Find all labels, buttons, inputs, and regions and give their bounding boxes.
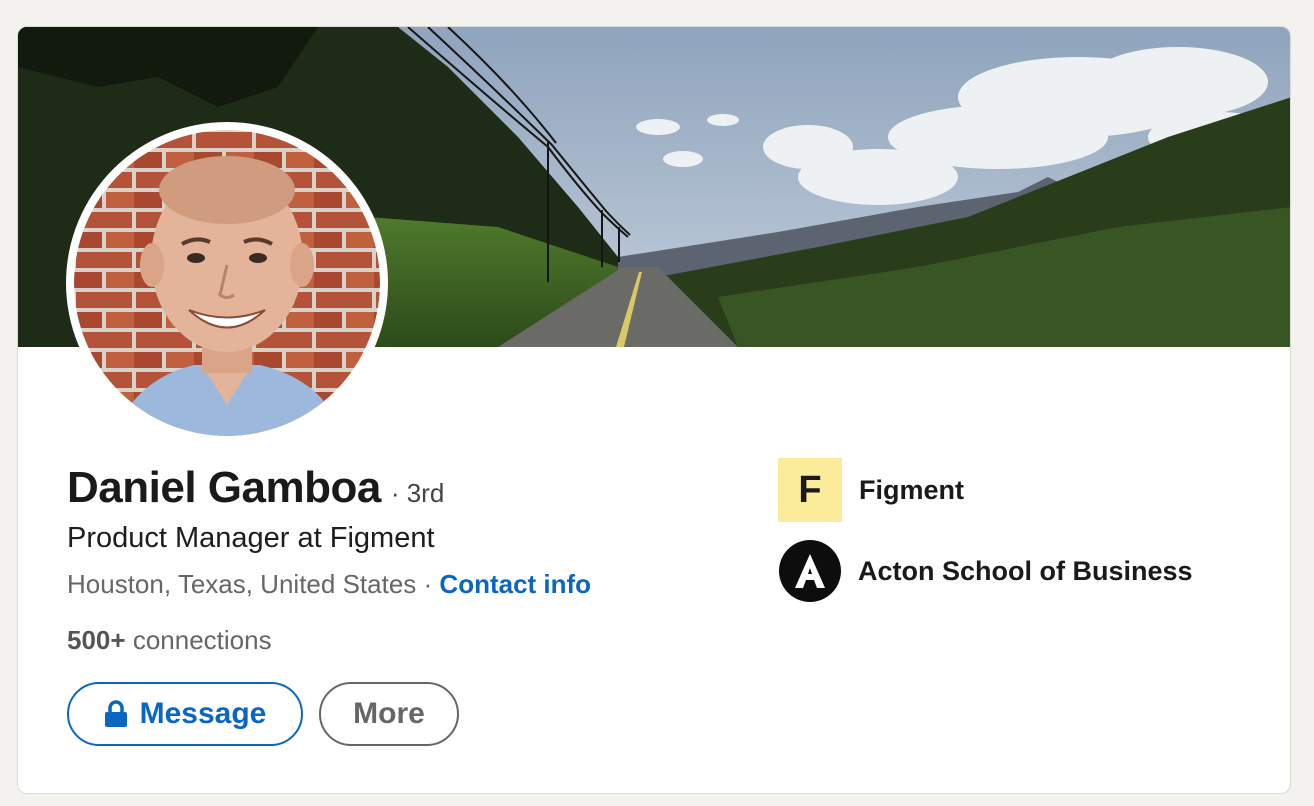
profile-name: Daniel Gamboa xyxy=(67,463,381,512)
company-name: Figment xyxy=(859,474,964,505)
profile-location: Houston, Texas, United States xyxy=(67,569,417,599)
location-separator: · xyxy=(423,569,433,599)
acton-logo xyxy=(779,540,841,602)
connection-degree: · 3rd xyxy=(390,478,445,508)
profile-avatar[interactable] xyxy=(66,122,388,444)
current-company[interactable]: F Figment xyxy=(778,458,964,522)
more-button[interactable]: More xyxy=(319,682,459,746)
message-button[interactable]: Message xyxy=(67,682,303,746)
school-name: Acton School of Business xyxy=(858,555,1193,586)
message-button-label: Message xyxy=(139,697,267,730)
lock-icon xyxy=(104,700,128,728)
profile-headline: Product Manager at Figment xyxy=(67,522,435,554)
more-button-label: More xyxy=(353,697,425,730)
connections-count[interactable]: 500+ connections xyxy=(67,625,272,656)
profile-card: Daniel Gamboa · 3rd Product Manager at F… xyxy=(17,26,1291,794)
connections-label: connections xyxy=(132,625,272,655)
contact-info-link[interactable]: Contact info xyxy=(439,569,591,599)
education-school[interactable]: Acton School of Business xyxy=(778,540,1193,602)
profile-location-row: Houston, Texas, United States · Contact … xyxy=(67,569,591,600)
connections-number: 500+ xyxy=(67,625,126,655)
profile-name-row: Daniel Gamboa · 3rd xyxy=(67,463,444,513)
figment-logo: F xyxy=(778,458,842,522)
